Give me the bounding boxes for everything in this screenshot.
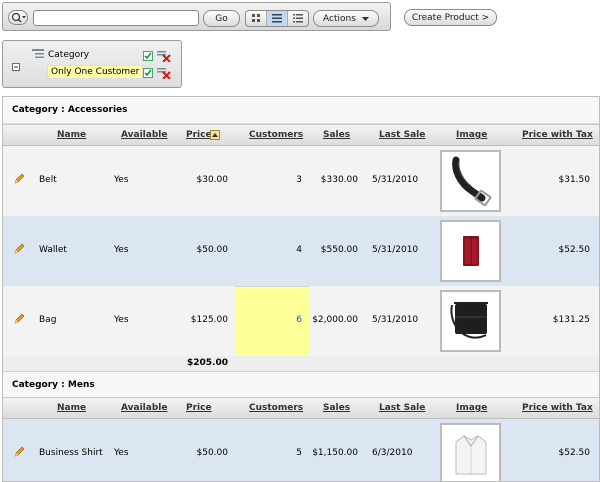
cell-price: $50.00 — [196, 448, 229, 458]
search-input[interactable] — [33, 10, 199, 26]
column-header-customers[interactable]: Customers — [249, 130, 303, 140]
product-image-wallet — [440, 220, 501, 282]
cell-available: Yes — [114, 175, 129, 185]
cell-last-sale: 5/31/2010 — [372, 245, 419, 255]
filter-highlight-label: Only One Customer — [47, 65, 144, 79]
cell-last-sale: 6/3/2010 — [372, 448, 413, 458]
column-header-available[interactable]: Available — [121, 403, 167, 413]
cell-price-with-tax: $131.25 — [552, 315, 590, 325]
table-row: Business Shirt Yes $50.00 5 $1,150.00 6/… — [3, 419, 599, 481]
cell-customers: 3 — [296, 175, 302, 185]
column-header-customers[interactable]: Customers — [249, 403, 303, 413]
table-row: Bag Yes $125.00 6 $2,000.00 5/31/2010 $1… — [3, 286, 599, 357]
actions-menu-button[interactable]: Actions — [313, 10, 379, 27]
cell-last-sale: 5/31/2010 — [372, 315, 419, 325]
column-header-name[interactable]: Name — [57, 403, 86, 413]
cell-customers: 5 — [296, 448, 302, 458]
cell-price: $125.00 — [190, 315, 228, 325]
column-header-row: Name Available Price Customers Sales Las… — [3, 124, 599, 146]
sort-ascending-icon[interactable] — [210, 130, 220, 140]
column-header-price-with-tax[interactable]: Price with Tax — [522, 130, 593, 140]
column-header-price[interactable]: Price — [186, 130, 212, 140]
icon-view-icon[interactable] — [246, 11, 267, 26]
cell-price-with-tax: $52.50 — [558, 245, 591, 255]
actions-label: Actions — [323, 13, 356, 24]
product-image-shirt — [440, 423, 501, 481]
interactive-report: { "toolbar": { "search_value": "", "go_l… — [0, 0, 600, 482]
category-break-label: Category — [48, 50, 90, 60]
search-column-icon[interactable] — [8, 10, 28, 25]
group-header: Category : Mens — [3, 372, 599, 399]
cell-available: Yes — [114, 448, 129, 458]
cell-sales: $550.00 — [320, 245, 358, 255]
group-total-row: $205.00 — [3, 356, 599, 372]
column-header-available[interactable]: Available — [121, 130, 167, 140]
control-break-icon — [32, 49, 44, 63]
go-button[interactable]: Go — [203, 10, 240, 27]
column-header-last-sale[interactable]: Last Sale — [379, 130, 425, 140]
table-row: Belt Yes $30.00 3 $330.00 5/31/2010 $31.… — [3, 146, 599, 217]
collapse-icon[interactable] — [12, 63, 20, 71]
column-header-sales[interactable]: Sales — [323, 403, 350, 413]
column-header-last-sale[interactable]: Last Sale — [379, 403, 425, 413]
detail-view-icon[interactable] — [288, 11, 308, 26]
report-table: Category : Accessories Name Available Pr… — [2, 96, 600, 482]
column-header-image[interactable]: Image — [456, 130, 487, 140]
column-header-image[interactable]: Image — [456, 403, 487, 413]
chevron-down-icon — [361, 16, 369, 21]
remove-break-icon[interactable] — [157, 50, 171, 65]
group-header: Category : Accessories — [3, 97, 599, 124]
total-price: $205.00 — [187, 358, 228, 368]
report-toolbar: Go Actions — [2, 2, 391, 31]
cell-price-with-tax: $52.50 — [558, 448, 591, 458]
cell-sales: $330.00 — [320, 175, 358, 185]
cell-sales: $1,150.00 — [312, 448, 358, 458]
column-header-row: Name Available Price Customers Sales Las… — [3, 397, 599, 419]
edit-pencil-icon[interactable] — [13, 313, 25, 328]
cell-name: Bag — [39, 315, 57, 325]
cell-price: $30.00 — [196, 175, 229, 185]
customer-checkbox[interactable] — [143, 68, 153, 78]
cell-available: Yes — [114, 245, 129, 255]
column-header-sales[interactable]: Sales — [323, 130, 350, 140]
product-image-bag — [440, 290, 501, 352]
remove-filter-icon[interactable] — [157, 67, 171, 82]
create-product-button[interactable]: Create Product > — [404, 9, 497, 26]
edit-pencil-icon[interactable] — [13, 446, 25, 461]
cell-price-with-tax: $31.50 — [558, 175, 591, 185]
cell-available: Yes — [114, 315, 129, 325]
column-header-price-with-tax[interactable]: Price with Tax — [522, 403, 593, 413]
cell-name: Belt — [39, 175, 57, 185]
column-header-price[interactable]: Price — [186, 403, 212, 413]
cell-customers: 6 — [296, 315, 302, 325]
report-settings-panel: Category Only One Customer — [2, 40, 182, 88]
cell-customers: 4 — [296, 245, 302, 255]
edit-pencil-icon[interactable] — [13, 173, 25, 188]
column-header-name[interactable]: Name — [57, 130, 86, 140]
cell-sales: $2,000.00 — [312, 315, 358, 325]
cell-price: $50.00 — [196, 245, 229, 255]
cell-name: Wallet — [39, 245, 67, 255]
cell-name: Business Shirt — [39, 448, 103, 458]
table-row: Wallet Yes $50.00 4 $550.00 5/31/2010 $5… — [3, 216, 599, 287]
product-image-belt — [440, 150, 501, 212]
cell-last-sale: 5/31/2010 — [372, 175, 419, 185]
category-checkbox[interactable] — [143, 51, 153, 61]
edit-pencil-icon[interactable] — [13, 243, 25, 258]
view-mode-group — [245, 10, 309, 27]
report-view-icon[interactable] — [267, 11, 288, 26]
